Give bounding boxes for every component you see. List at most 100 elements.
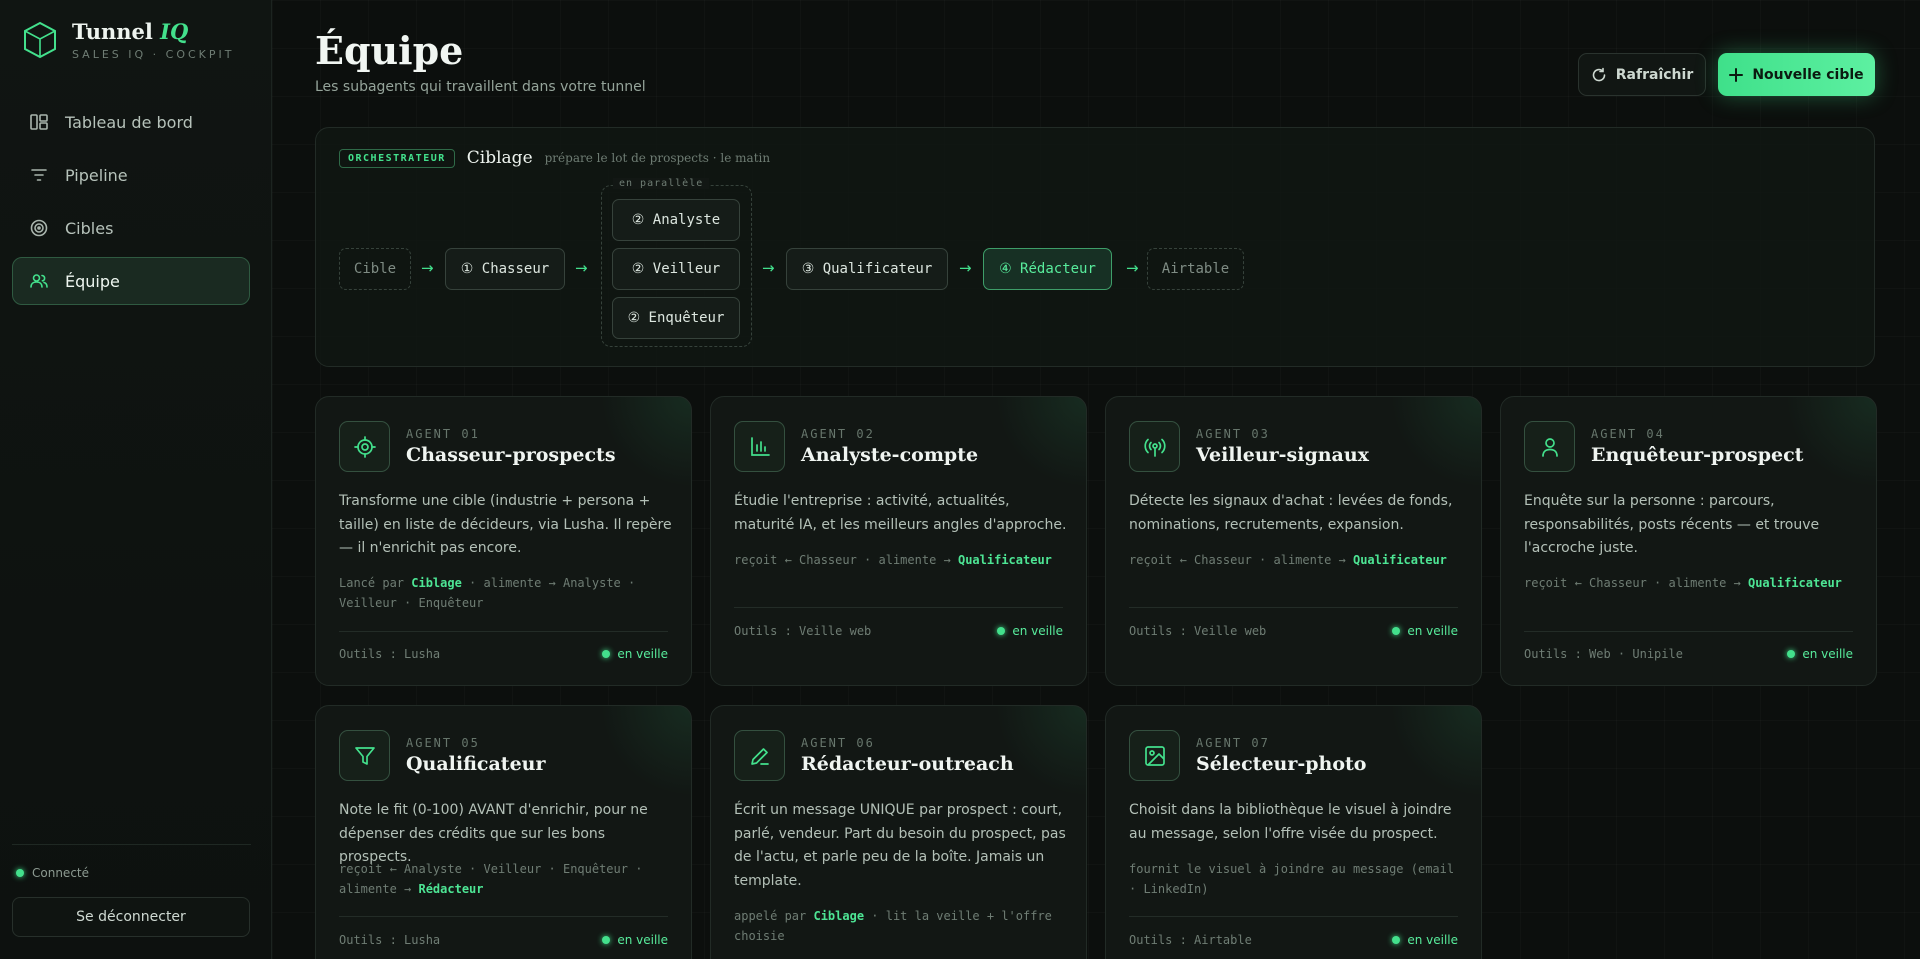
status-dot-icon bbox=[16, 869, 24, 877]
users-icon bbox=[30, 274, 48, 288]
orchestrator-description: prépare le lot de prospects · le matin bbox=[544, 151, 771, 165]
agent-flow: appelé par Ciblage · lit la veille + l'o… bbox=[734, 909, 1052, 943]
plus-icon bbox=[1729, 67, 1744, 82]
orchestrator-tag: ORCHESTRATEUR bbox=[339, 148, 455, 168]
agent-description: Enquête sur la personne : parcours, resp… bbox=[1524, 493, 1820, 556]
card-divider bbox=[734, 607, 1063, 608]
agent-number: AGENT 03 bbox=[1196, 427, 1270, 441]
flow-node-chasseur[interactable]: ① Chasseur bbox=[445, 248, 565, 290]
agent-number: AGENT 02 bbox=[801, 427, 875, 441]
agent-tools: Outils : Veille web bbox=[734, 624, 872, 638]
refresh-button[interactable]: Rafraîchir bbox=[1578, 53, 1706, 96]
agent-flow: reçoit ← Chasseur · alimente → Qualifica… bbox=[1129, 553, 1447, 567]
sidebar-item-equipe[interactable]: Équipe bbox=[12, 257, 250, 305]
status-dot-icon bbox=[1392, 936, 1401, 944]
card-divider bbox=[1129, 916, 1458, 917]
flow-arrow: → bbox=[959, 259, 972, 277]
status-dot-icon bbox=[1787, 650, 1796, 658]
cube-logo-icon bbox=[24, 21, 56, 59]
crosshair-icon bbox=[353, 435, 376, 458]
agent-flow: fournit le visuel à joindre au message (… bbox=[1129, 862, 1455, 896]
orchestrator-title: Ciblage bbox=[466, 148, 533, 168]
agent-icon-box bbox=[1129, 421, 1180, 472]
agent-name: Chasseur-prospects bbox=[406, 444, 616, 466]
sidebar-nav: Tableau de bord Pipeline Cibles Équipe bbox=[12, 98, 250, 310]
status-badge: en veille bbox=[602, 647, 668, 661]
flow-node-veilleur[interactable]: ② Veilleur bbox=[612, 248, 740, 290]
agent-card-enqueteur[interactable]: AGENT 04 Enquêteur-prospect Enquête sur … bbox=[1500, 396, 1877, 686]
agent-name: Analyste-compte bbox=[801, 444, 979, 466]
agent-number: AGENT 07 bbox=[1196, 736, 1270, 750]
main-content: Équipe Les subagents qui travaillent dan… bbox=[272, 0, 1920, 959]
agent-icon-box bbox=[1129, 730, 1180, 781]
funnel-icon bbox=[354, 746, 375, 765]
new-target-button[interactable]: Nouvelle cible bbox=[1718, 53, 1875, 96]
agent-card-redacteur[interactable]: AGENT 06 Rédacteur-outreach Écrit un mes… bbox=[710, 705, 1087, 959]
agent-tools: Outils : Lusha bbox=[339, 647, 441, 661]
logout-button[interactable]: Se déconnecter bbox=[12, 897, 250, 937]
agent-card-chasseur[interactable]: AGENT 01 Chasseur-prospects Transforme u… bbox=[315, 396, 692, 686]
agent-number: AGENT 06 bbox=[801, 736, 875, 750]
sidebar-divider bbox=[12, 844, 251, 845]
refresh-label: Rafraîchir bbox=[1615, 66, 1694, 83]
sidebar-item-label: Tableau de bord bbox=[65, 112, 193, 132]
agent-card-analyste[interactable]: AGENT 02 Analyste-compte Étudie l'entrep… bbox=[710, 396, 1087, 686]
agent-icon-box bbox=[339, 421, 390, 472]
flow-node-cible: Cible bbox=[339, 248, 411, 290]
sidebar: Tunnel IQ SALES IQ · COCKPIT Tableau de … bbox=[0, 0, 272, 959]
new-target-label: Nouvelle cible bbox=[1752, 66, 1864, 83]
image-icon bbox=[1144, 745, 1165, 766]
agent-name: Rédacteur-outreach bbox=[801, 753, 1014, 775]
agent-number: AGENT 05 bbox=[406, 736, 480, 750]
flow-arrow: → bbox=[575, 259, 588, 277]
agent-description: Détecte les signaux d'achat : levées de … bbox=[1129, 493, 1453, 533]
orchestrator-panel: ORCHESTRATEUR Ciblage prépare le lot de … bbox=[315, 127, 1875, 367]
flow-node-analyste[interactable]: ② Analyste bbox=[612, 199, 740, 241]
flow-node-redacteur[interactable]: ④ Rédacteur bbox=[983, 248, 1112, 290]
dashboard-icon bbox=[30, 114, 48, 130]
agent-tools: Outils : Veille web bbox=[1129, 624, 1267, 638]
flow-arrow: → bbox=[421, 259, 434, 277]
agent-card-qualificateur[interactable]: AGENT 05 Qualificateur Note le fit (0-10… bbox=[315, 705, 692, 959]
status-dot-icon bbox=[1392, 627, 1401, 635]
card-divider bbox=[1524, 631, 1853, 632]
agent-description: Transforme une cible (industrie + person… bbox=[339, 493, 672, 556]
sidebar-item-pipeline[interactable]: Pipeline bbox=[12, 151, 250, 199]
agent-number: AGENT 01 bbox=[406, 427, 480, 441]
person-icon bbox=[1541, 437, 1558, 457]
agent-card-selecteur-photo[interactable]: AGENT 07 Sélecteur-photo Choisit dans la… bbox=[1105, 705, 1482, 959]
agent-card-veilleur[interactable]: AGENT 03 Veilleur-signaux Détecte les si… bbox=[1105, 396, 1482, 686]
brand-subtitle: SALES IQ · COCKPIT bbox=[72, 48, 235, 61]
agent-flow: Lancé par Ciblage · alimente → Analyste … bbox=[339, 576, 636, 610]
brand[interactable]: Tunnel IQ SALES IQ · COCKPIT bbox=[22, 20, 235, 61]
flow-node-enqueteur[interactable]: ② Enquêteur bbox=[612, 297, 740, 339]
status-dot-icon bbox=[997, 627, 1006, 635]
target-icon bbox=[30, 219, 48, 237]
agent-description: Choisit dans la bibliothèque le visuel à… bbox=[1129, 802, 1452, 842]
agent-icon-box bbox=[339, 730, 390, 781]
agent-icon-box bbox=[734, 421, 785, 472]
card-divider bbox=[339, 916, 668, 917]
status-badge: en veille bbox=[602, 933, 668, 947]
agent-description: Note le fit (0-100) AVANT d'enrichir, po… bbox=[339, 802, 648, 865]
status-dot-icon bbox=[602, 650, 611, 658]
agent-flow: reçoit ← Analyste · Veilleur · Enquêteur… bbox=[339, 862, 643, 896]
sidebar-item-label: Pipeline bbox=[65, 165, 128, 185]
agent-description: Étudie l'entreprise : activité, actualit… bbox=[734, 493, 1067, 533]
status-badge: en veille bbox=[997, 624, 1063, 638]
agent-name: Qualificateur bbox=[406, 753, 546, 775]
card-divider bbox=[1129, 607, 1458, 608]
agent-number: AGENT 04 bbox=[1591, 427, 1665, 441]
sidebar-item-tableau-de-bord[interactable]: Tableau de bord bbox=[12, 98, 250, 146]
agent-name: Enquêteur-prospect bbox=[1591, 444, 1804, 466]
agent-flow: reçoit ← Chasseur · alimente → Qualifica… bbox=[734, 553, 1052, 567]
status-badge: en veille bbox=[1787, 647, 1853, 661]
agent-tools: Outils : Airtable bbox=[1129, 933, 1252, 947]
status-dot-icon bbox=[602, 936, 611, 944]
card-divider bbox=[339, 631, 668, 632]
status-badge: en veille bbox=[1392, 933, 1458, 947]
flow-node-qualificateur[interactable]: ③ Qualificateur bbox=[786, 248, 948, 290]
sidebar-item-cibles[interactable]: Cibles bbox=[12, 204, 250, 252]
orchestrator-header: ORCHESTRATEUR Ciblage prépare le lot de … bbox=[339, 148, 770, 168]
agent-description: Écrit un message UNIQUE par prospect : c… bbox=[734, 802, 1066, 889]
